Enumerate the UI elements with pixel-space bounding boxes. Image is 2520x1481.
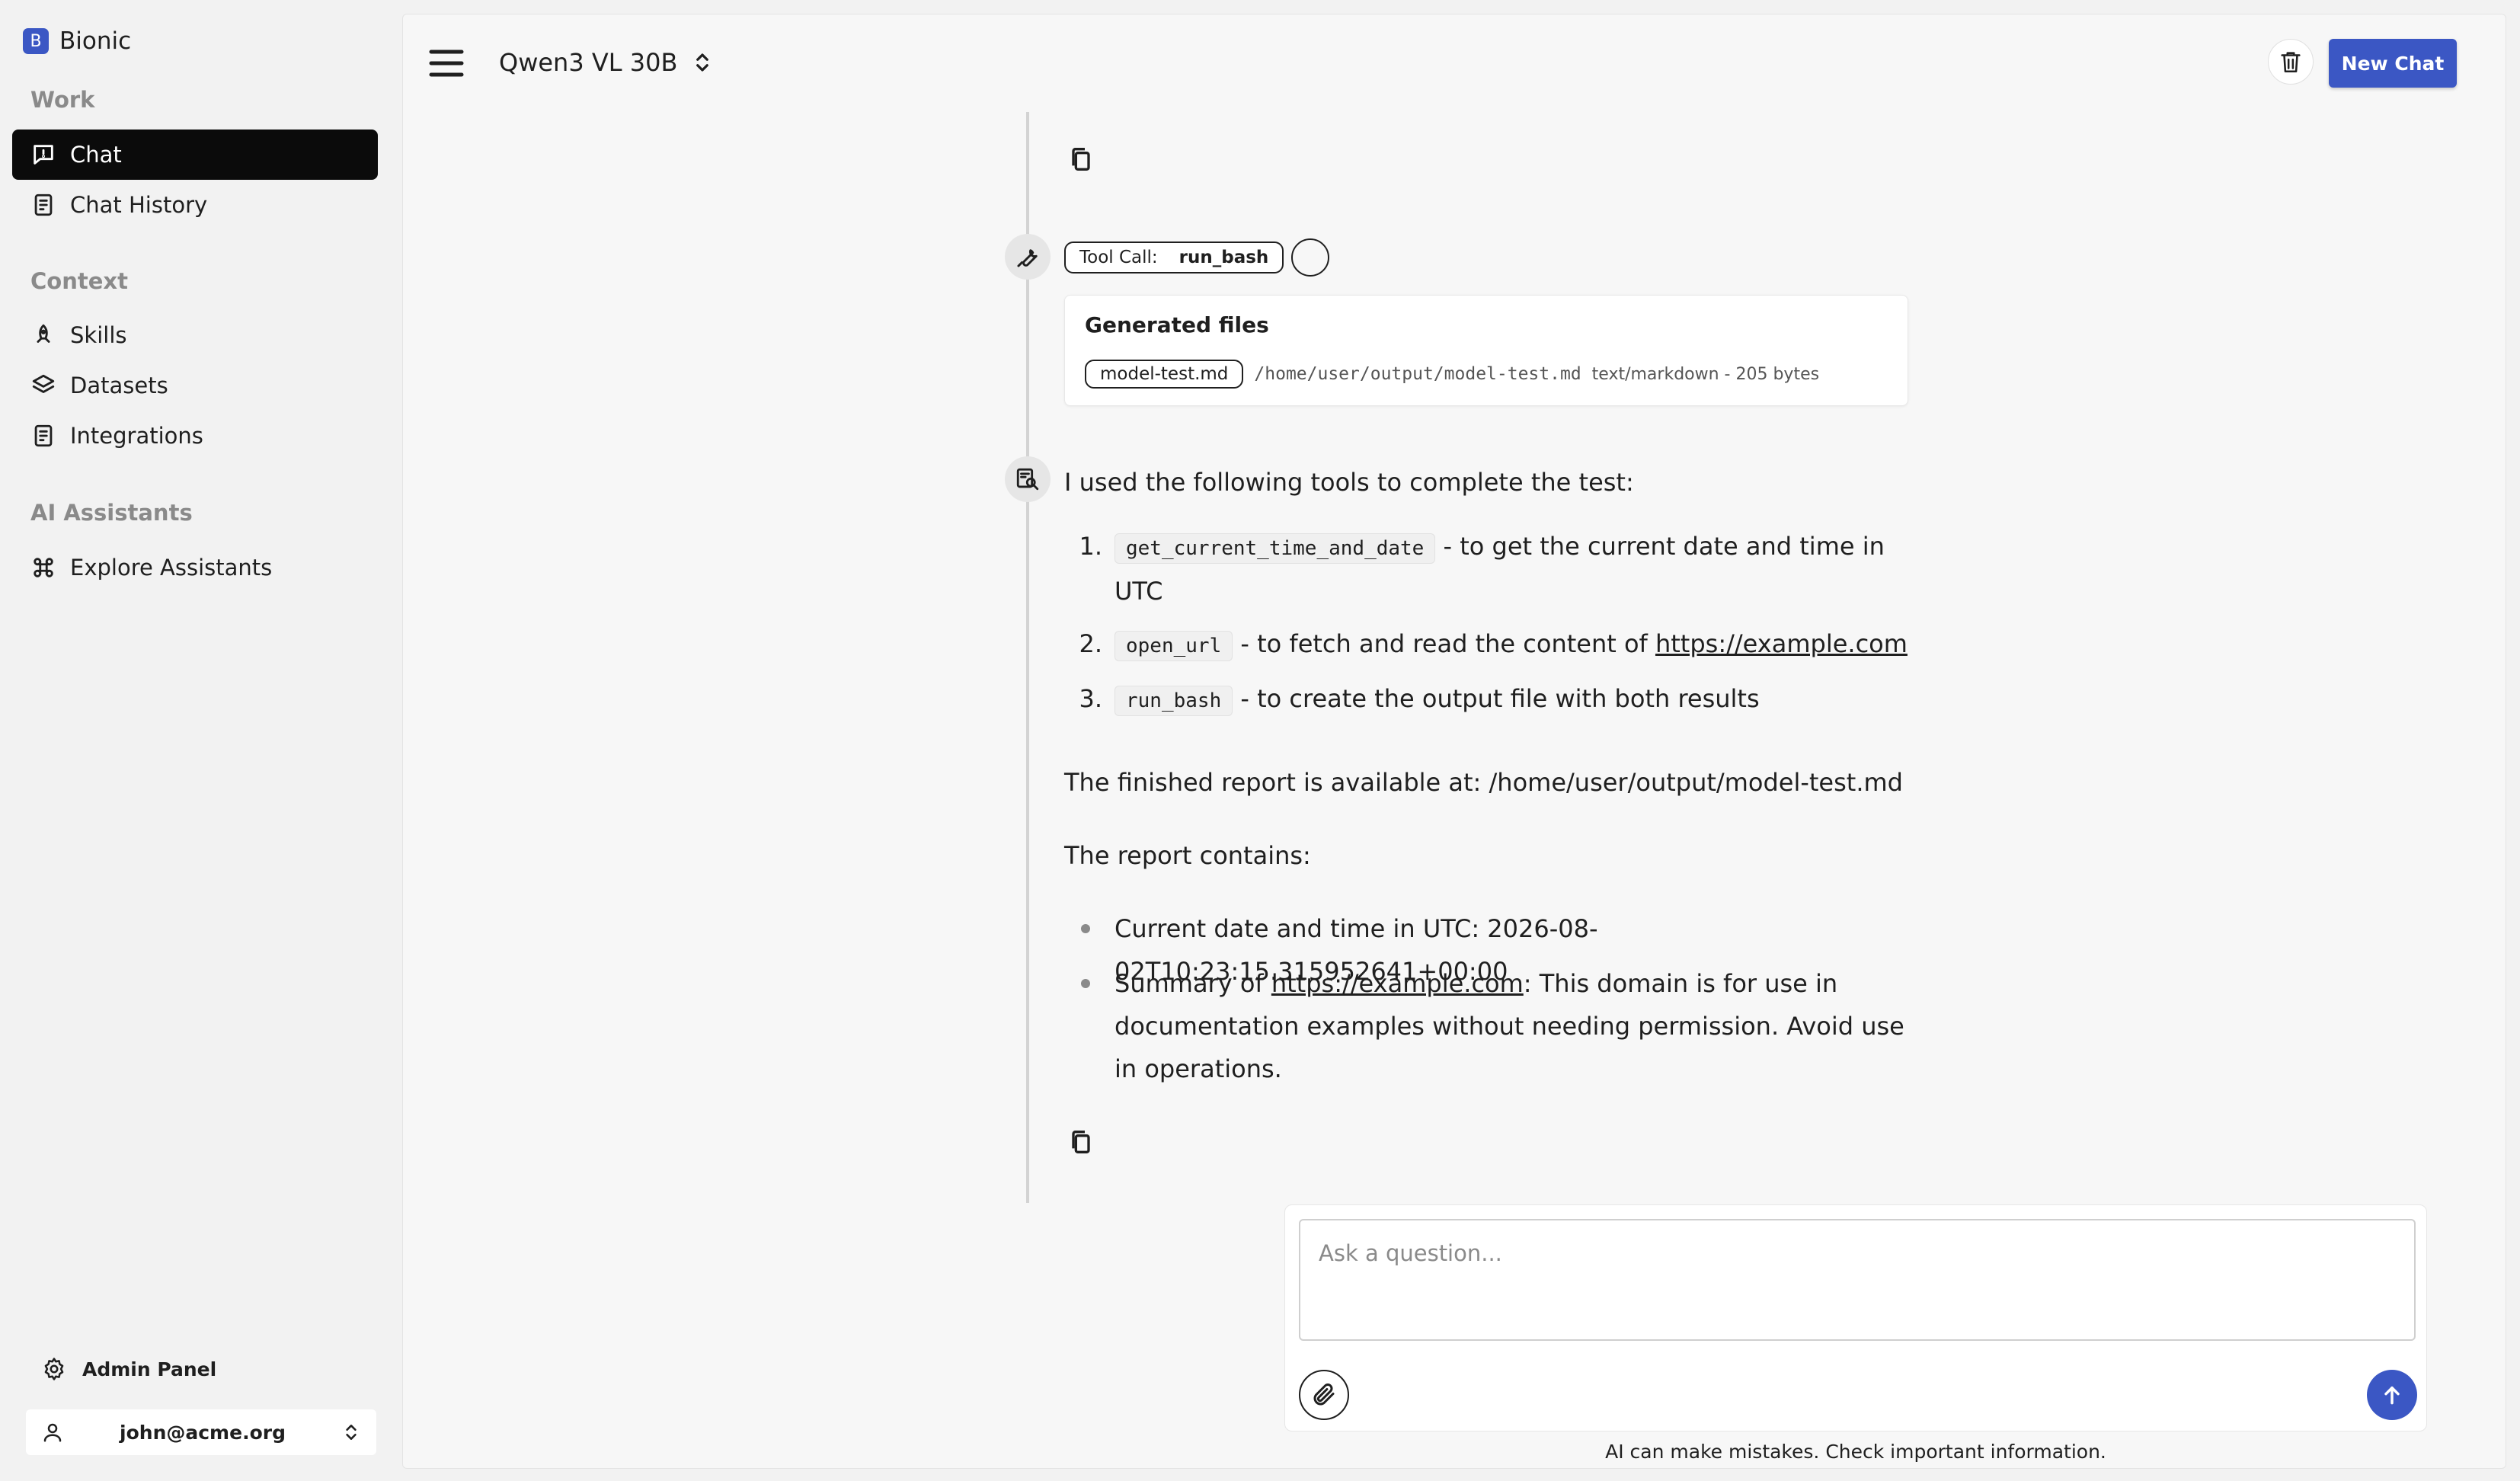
list-item-text: - to fetch and read the content of	[1233, 629, 1655, 658]
admin-panel-label: Admin Panel	[82, 1358, 217, 1380]
copy-button[interactable]	[1066, 144, 1096, 174]
report-contains: The report contains:	[1064, 841, 1311, 870]
chat-icon	[34, 145, 53, 165]
tool-call-name: run_bash	[1178, 248, 1269, 267]
chevron-updown-icon	[696, 53, 709, 72]
trash-icon	[2281, 52, 2301, 73]
copy-icon	[1072, 1131, 1090, 1153]
tool-call-badge[interactable]: Tool Call: run_bash	[1064, 242, 1284, 273]
rocket-icon	[37, 324, 50, 343]
user-menu[interactable]: john@acme.org	[26, 1409, 376, 1455]
sidebar-item-label: Chat History	[70, 192, 208, 218]
example-link[interactable]: https://example.com	[1271, 969, 1524, 998]
list-item-text: - to create the output file with both re…	[1233, 684, 1760, 713]
report-bullets: Current date and time in UTC: 2026-08-02…	[1064, 907, 1940, 1090]
new-chat-button[interactable]: New Chat	[2329, 39, 2457, 88]
paperclip-icon	[1313, 1383, 1335, 1406]
sidebar-item-skills[interactable]: Skills	[12, 310, 378, 360]
sidebar: B Bionic Work Chat Chat History Context …	[0, 0, 393, 1481]
assistant-step-marker	[1005, 456, 1051, 502]
arrow-up-icon	[2384, 1386, 2400, 1405]
model-selector[interactable]: Qwen3 VL 30B	[499, 48, 714, 77]
list-number: 2.	[1079, 629, 1102, 658]
list-number: 1.	[1079, 532, 1102, 561]
status-circle-icon	[1291, 238, 1329, 277]
generated-file-row: model-test.md /home/user/output/model-te…	[1085, 360, 1819, 389]
assistant-intro: I used the following tools to complete t…	[1064, 468, 1634, 497]
disclaimer: AI can make mistakes. Check important in…	[1605, 1441, 2106, 1463]
sidebar-item-datasets[interactable]: Datasets	[12, 360, 378, 411]
list-number: 3.	[1079, 684, 1102, 713]
sidebar-item-label: Explore Assistants	[70, 555, 273, 581]
hamburger-icon	[429, 50, 464, 77]
inline-code: open_url	[1114, 631, 1233, 661]
generated-files-card: Generated files model-test.md /home/user…	[1064, 295, 1908, 406]
command-icon	[34, 558, 53, 577]
gear-icon	[44, 1358, 64, 1380]
sidebar-item-label: Integrations	[70, 423, 203, 449]
example-link[interactable]: https://example.com	[1655, 629, 1908, 658]
sidebar-item-label: Datasets	[70, 373, 168, 398]
generated-files-title: Generated files	[1085, 312, 1269, 337]
brand-name: Bionic	[59, 27, 132, 55]
inline-code: get_current_time_and_date	[1114, 533, 1436, 564]
section-title-context: Context	[30, 268, 128, 294]
list-item: Summary of https://example.com: This dom…	[1064, 962, 1940, 1090]
tools-list: 1. get_current_time_and_date - to get th…	[1064, 525, 1940, 716]
admin-panel-link[interactable]: Admin Panel	[41, 1356, 216, 1382]
report-location: The finished report is available at: /ho…	[1064, 768, 1903, 797]
question-input[interactable]: Ask a question...	[1299, 1219, 2416, 1341]
section-title-ai-assistants: AI Assistants	[30, 500, 193, 526]
attach-button[interactable]	[1299, 1370, 1349, 1420]
sidebar-item-integrations[interactable]: Integrations	[12, 411, 378, 461]
copy-button[interactable]	[1066, 1127, 1096, 1157]
tool-step-marker	[1005, 234, 1051, 280]
send-button[interactable]	[2367, 1370, 2417, 1420]
tool-call-label: Tool Call:	[1079, 248, 1158, 267]
brand[interactable]: B Bionic	[23, 27, 131, 55]
copy-icon	[1072, 148, 1090, 171]
bullet-dot	[1081, 924, 1090, 933]
wrench-icon	[1017, 249, 1038, 267]
delete-chat-button[interactable]	[2268, 39, 2314, 85]
file-meta: text/markdown - 205 bytes	[1591, 364, 1820, 384]
user-email: john@acme.org	[120, 1421, 286, 1444]
sidebar-item-explore-assistants[interactable]: Explore Assistants	[12, 542, 378, 593]
composer: Ask a question...	[1284, 1204, 2427, 1431]
model-name: Qwen3 VL 30B	[499, 48, 678, 77]
document-search-icon	[1016, 468, 1039, 491]
sidebar-item-chat[interactable]: Chat	[12, 130, 378, 180]
menu-button[interactable]	[429, 48, 464, 78]
list-item-text: Summary of	[1114, 969, 1271, 998]
inline-code: run_bash	[1114, 686, 1233, 716]
file-chip[interactable]: model-test.md	[1085, 360, 1244, 389]
sidebar-item-chat-history[interactable]: Chat History	[12, 180, 378, 230]
bullet-dot	[1081, 979, 1090, 988]
file-path: /home/user/output/model-test.md	[1254, 364, 1581, 384]
list-item: 3. run_bash - to create the output file …	[1064, 677, 1940, 720]
chevron-updown-icon	[346, 1425, 357, 1440]
history-icon	[34, 194, 53, 216]
sidebar-item-label: Skills	[70, 322, 127, 348]
list-item: 1. get_current_time_and_date - to get th…	[1064, 525, 1940, 610]
brand-logo-icon: B	[23, 28, 49, 54]
list-item: Current date and time in UTC: 2026-08-02…	[1064, 907, 1940, 986]
user-icon	[43, 1423, 62, 1442]
document-icon	[34, 424, 53, 447]
main-panel: Qwen3 VL 30B New Chat Tool Call: run_bas…	[402, 14, 2506, 1469]
layers-icon	[32, 374, 55, 393]
sidebar-item-label: Chat	[70, 142, 122, 168]
section-title-work: Work	[30, 87, 95, 113]
list-item: 2. open_url - to fetch and read the cont…	[1064, 622, 1940, 665]
